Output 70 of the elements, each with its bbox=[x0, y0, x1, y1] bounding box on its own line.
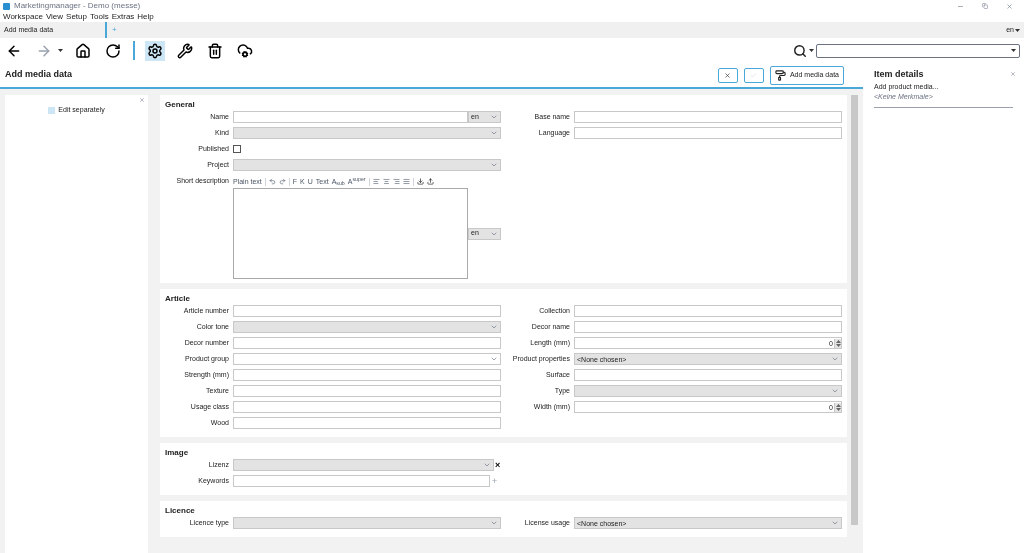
text-field[interactable] bbox=[233, 417, 501, 429]
chevron-down-icon bbox=[490, 355, 498, 363]
checkbox[interactable] bbox=[233, 145, 241, 153]
spinner-icon[interactable] bbox=[834, 338, 841, 348]
text-field[interactable] bbox=[233, 305, 501, 317]
menu-item[interactable]: Setup bbox=[66, 13, 87, 21]
caret-icon[interactable] bbox=[809, 49, 814, 52]
chevron-down-icon bbox=[483, 461, 491, 469]
close-icon[interactable] bbox=[1006, 2, 1013, 10]
menu-item[interactable]: Workspace bbox=[3, 13, 43, 21]
dropdown-field[interactable] bbox=[233, 127, 501, 139]
section-title: Article bbox=[165, 293, 191, 305]
text-field[interactable] bbox=[574, 111, 842, 123]
text-field[interactable] bbox=[233, 337, 501, 349]
menu-item[interactable]: View bbox=[45, 13, 64, 21]
text-field[interactable] bbox=[233, 385, 501, 397]
text-field[interactable] bbox=[233, 475, 490, 487]
clear-button[interactable]: × bbox=[495, 460, 501, 470]
chevron-down-icon bbox=[831, 355, 839, 363]
menu-item[interactable]: Tools bbox=[90, 13, 109, 21]
paint-roller-icon bbox=[774, 69, 786, 81]
text-field[interactable] bbox=[574, 369, 842, 381]
window-title: Marketingmanager - Demo (messe) bbox=[14, 0, 141, 12]
scrollbar[interactable] bbox=[851, 95, 858, 525]
dropdown-field[interactable] bbox=[233, 517, 501, 529]
caret-icon[interactable] bbox=[1011, 49, 1016, 52]
chevron-down-icon bbox=[831, 519, 839, 527]
caret-icon bbox=[1015, 28, 1020, 32]
details-title: Item details bbox=[874, 68, 925, 81]
chevron-down-icon bbox=[831, 387, 839, 395]
align-right-icon[interactable] bbox=[392, 178, 400, 185]
settings-icon[interactable] bbox=[145, 40, 165, 61]
align-center-icon[interactable] bbox=[382, 178, 390, 185]
chevron-down-icon bbox=[490, 323, 498, 331]
app-icon bbox=[3, 2, 10, 10]
menu-item[interactable]: Extras bbox=[111, 13, 135, 21]
page-title: Add media data bbox=[5, 68, 72, 82]
undo-icon[interactable] bbox=[268, 178, 276, 185]
search-field[interactable] bbox=[816, 43, 1020, 58]
section-title: Licence bbox=[165, 505, 196, 517]
text-field[interactable] bbox=[233, 111, 468, 123]
dropdown-field[interactable] bbox=[233, 353, 501, 365]
text-field[interactable] bbox=[574, 305, 842, 317]
redo-icon[interactable] bbox=[278, 178, 286, 185]
dropdown-field[interactable] bbox=[233, 159, 501, 171]
close-icon[interactable] bbox=[139, 97, 145, 103]
text-field[interactable] bbox=[574, 321, 842, 333]
restore-icon[interactable] bbox=[982, 2, 988, 9]
chevron-down-icon bbox=[490, 161, 498, 169]
text-field[interactable] bbox=[233, 401, 501, 413]
dropdown-field[interactable] bbox=[233, 459, 494, 471]
close-icon[interactable] bbox=[1010, 71, 1016, 77]
search-icon[interactable] bbox=[793, 43, 807, 58]
dropdown-field[interactable] bbox=[233, 321, 501, 333]
cancel-button[interactable] bbox=[717, 67, 738, 83]
download-icon[interactable] bbox=[416, 178, 424, 185]
caret-icon[interactable] bbox=[58, 49, 63, 52]
close-icon bbox=[724, 71, 732, 79]
upload-icon[interactable] bbox=[426, 178, 434, 185]
checkbox[interactable] bbox=[48, 106, 56, 114]
section-title: Image bbox=[165, 447, 190, 459]
justify-icon[interactable] bbox=[402, 178, 410, 185]
section-title: General bbox=[165, 99, 196, 111]
dropdown-field[interactable] bbox=[574, 385, 842, 397]
text-field[interactable] bbox=[233, 369, 501, 381]
spinner-icon[interactable] bbox=[834, 402, 841, 412]
align-left-icon[interactable] bbox=[372, 178, 380, 185]
text-field[interactable] bbox=[574, 127, 842, 139]
chevron-down-icon bbox=[490, 519, 498, 527]
menu-item[interactable]: Help bbox=[137, 13, 154, 21]
